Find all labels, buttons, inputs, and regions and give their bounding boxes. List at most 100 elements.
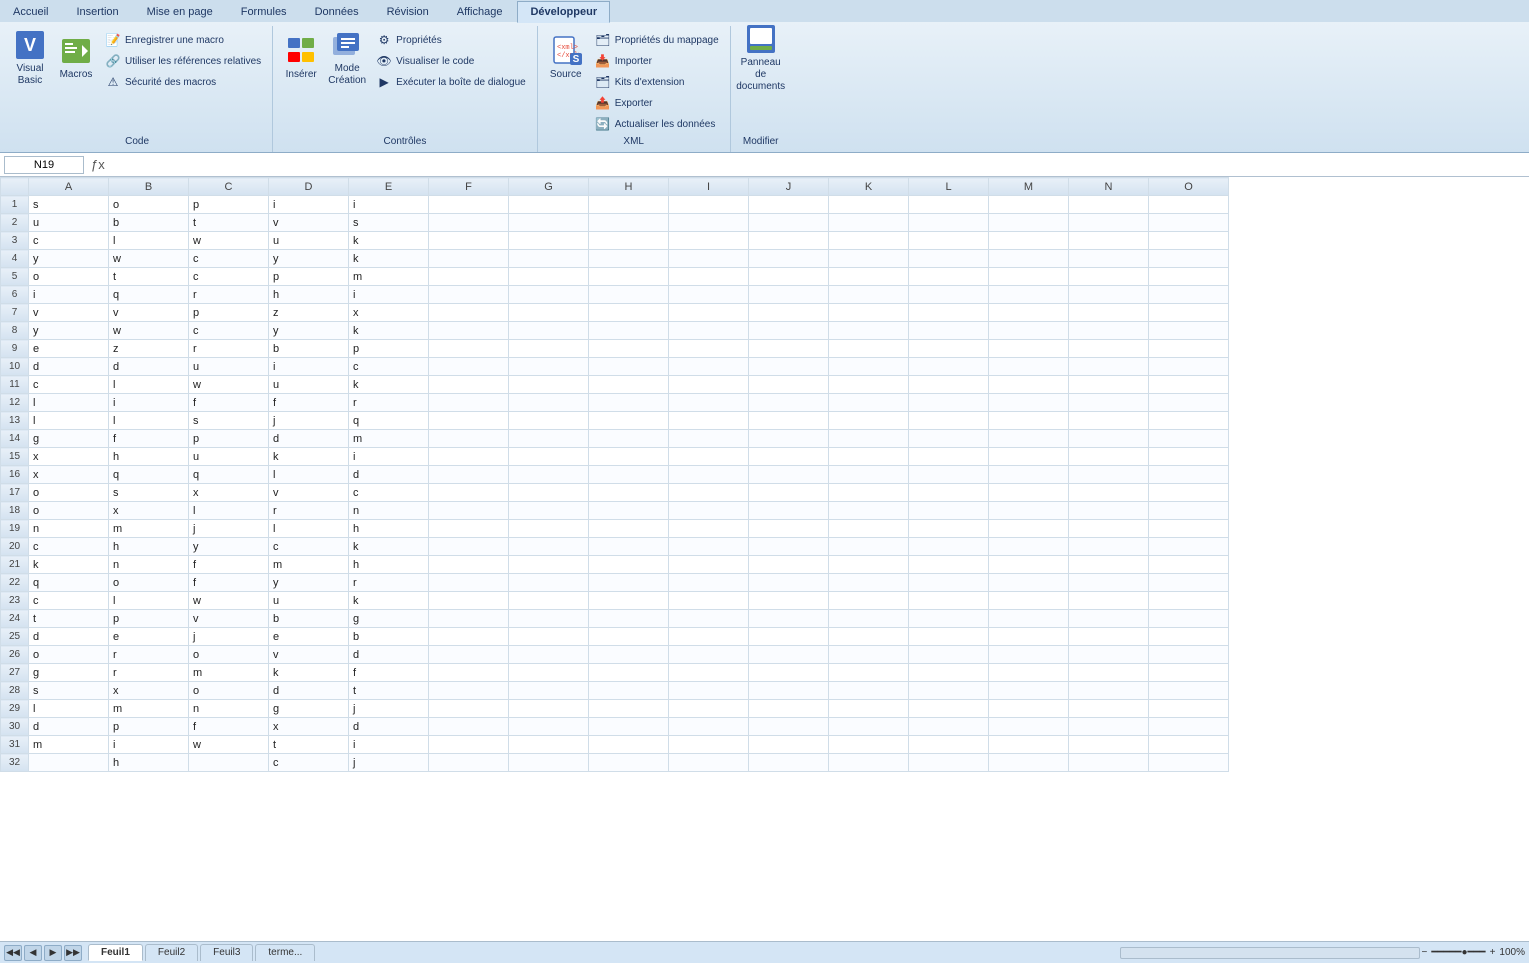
ribbon-tab-développeur[interactable]: Développeur <box>517 1 610 23</box>
cell-D26[interactable]: v <box>269 646 349 664</box>
cell-J9[interactable] <box>749 340 829 358</box>
cell-A5[interactable]: o <box>29 268 109 286</box>
cell-L23[interactable] <box>909 592 989 610</box>
cell-N5[interactable] <box>1069 268 1149 286</box>
proprietes-button[interactable]: ⚙ Propriétés <box>371 30 531 50</box>
cell-B19[interactable]: m <box>109 520 189 538</box>
cell-F14[interactable] <box>429 430 509 448</box>
kits-extension-button[interactable]: 🗂 Kits d'extension <box>590 72 724 92</box>
cell-F8[interactable] <box>429 322 509 340</box>
cell-I6[interactable] <box>669 286 749 304</box>
cell-A26[interactable]: o <box>29 646 109 664</box>
cell-M14[interactable] <box>989 430 1069 448</box>
cell-H4[interactable] <box>589 250 669 268</box>
cell-C31[interactable]: w <box>189 736 269 754</box>
cell-O29[interactable] <box>1149 700 1229 718</box>
cell-B8[interactable]: w <box>109 322 189 340</box>
cell-N17[interactable] <box>1069 484 1149 502</box>
ribbon-tab-données[interactable]: Données <box>302 1 372 23</box>
cell-H20[interactable] <box>589 538 669 556</box>
sheet-tab-Feuil2[interactable]: Feuil2 <box>145 944 198 961</box>
cell-N31[interactable] <box>1069 736 1149 754</box>
cell-E4[interactable]: k <box>349 250 429 268</box>
cell-O22[interactable] <box>1149 574 1229 592</box>
cell-G1[interactable] <box>509 196 589 214</box>
cell-L18[interactable] <box>909 502 989 520</box>
cell-I11[interactable] <box>669 376 749 394</box>
cell-A1[interactable]: s <box>29 196 109 214</box>
cell-M7[interactable] <box>989 304 1069 322</box>
cell-O11[interactable] <box>1149 376 1229 394</box>
cell-J2[interactable] <box>749 214 829 232</box>
cell-D21[interactable]: m <box>269 556 349 574</box>
cell-N23[interactable] <box>1069 592 1149 610</box>
cell-E18[interactable]: n <box>349 502 429 520</box>
cell-B18[interactable]: x <box>109 502 189 520</box>
cell-L17[interactable] <box>909 484 989 502</box>
cell-J23[interactable] <box>749 592 829 610</box>
ribbon-tab-accueil[interactable]: Accueil <box>0 1 61 23</box>
cell-N25[interactable] <box>1069 628 1149 646</box>
cell-N32[interactable] <box>1069 754 1149 772</box>
cell-D20[interactable]: c <box>269 538 349 556</box>
cell-H17[interactable] <box>589 484 669 502</box>
cell-O19[interactable] <box>1149 520 1229 538</box>
cell-J15[interactable] <box>749 448 829 466</box>
cell-G25[interactable] <box>509 628 589 646</box>
cell-C20[interactable]: y <box>189 538 269 556</box>
cell-K1[interactable] <box>829 196 909 214</box>
exporter-button[interactable]: 📤 Exporter <box>590 93 724 113</box>
cell-N9[interactable] <box>1069 340 1149 358</box>
cell-O27[interactable] <box>1149 664 1229 682</box>
cell-N13[interactable] <box>1069 412 1149 430</box>
cell-J21[interactable] <box>749 556 829 574</box>
source-button[interactable]: <xml> </xml> S Source <box>544 28 588 88</box>
cell-C24[interactable]: v <box>189 610 269 628</box>
cell-A8[interactable]: y <box>29 322 109 340</box>
cell-K22[interactable] <box>829 574 909 592</box>
cell-D16[interactable]: l <box>269 466 349 484</box>
cell-A31[interactable]: m <box>29 736 109 754</box>
cell-F9[interactable] <box>429 340 509 358</box>
cell-M4[interactable] <box>989 250 1069 268</box>
cell-N2[interactable] <box>1069 214 1149 232</box>
cell-G20[interactable] <box>509 538 589 556</box>
cell-M22[interactable] <box>989 574 1069 592</box>
ribbon-tab-mise-en-page[interactable]: Mise en page <box>134 1 226 23</box>
cell-A15[interactable]: x <box>29 448 109 466</box>
cell-G28[interactable] <box>509 682 589 700</box>
cell-C28[interactable]: o <box>189 682 269 700</box>
cell-D32[interactable]: c <box>269 754 349 772</box>
cell-B5[interactable]: t <box>109 268 189 286</box>
cell-G16[interactable] <box>509 466 589 484</box>
cell-D18[interactable]: r <box>269 502 349 520</box>
cell-E20[interactable]: k <box>349 538 429 556</box>
cell-I20[interactable] <box>669 538 749 556</box>
actualiser-donnees-button[interactable]: 🔄 Actualiser les données <box>590 114 724 134</box>
cell-F16[interactable] <box>429 466 509 484</box>
cell-I1[interactable] <box>669 196 749 214</box>
cell-reference-box[interactable] <box>4 156 84 174</box>
cell-G6[interactable] <box>509 286 589 304</box>
cell-J20[interactable] <box>749 538 829 556</box>
cell-J29[interactable] <box>749 700 829 718</box>
formula-input[interactable] <box>112 156 1525 174</box>
cell-B23[interactable]: l <box>109 592 189 610</box>
cell-E16[interactable]: d <box>349 466 429 484</box>
cell-I2[interactable] <box>669 214 749 232</box>
cell-G14[interactable] <box>509 430 589 448</box>
cell-M31[interactable] <box>989 736 1069 754</box>
cell-N12[interactable] <box>1069 394 1149 412</box>
cell-D4[interactable]: y <box>269 250 349 268</box>
panneau-documents-button[interactable]: Panneau dedocuments <box>739 28 783 88</box>
cell-B6[interactable]: q <box>109 286 189 304</box>
cell-E14[interactable]: m <box>349 430 429 448</box>
cell-E26[interactable]: d <box>349 646 429 664</box>
cell-K9[interactable] <box>829 340 909 358</box>
macros-button[interactable]: Macros <box>54 28 98 88</box>
cell-I31[interactable] <box>669 736 749 754</box>
cell-B11[interactable]: l <box>109 376 189 394</box>
cell-J1[interactable] <box>749 196 829 214</box>
cell-N20[interactable] <box>1069 538 1149 556</box>
cell-M3[interactable] <box>989 232 1069 250</box>
